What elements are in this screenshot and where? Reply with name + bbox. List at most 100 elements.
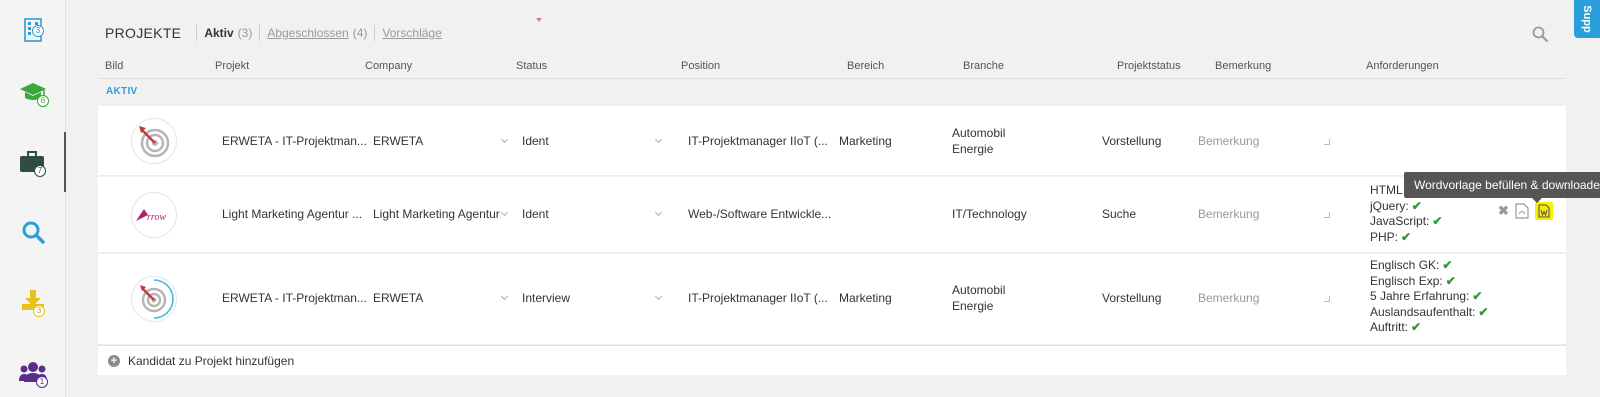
nav-candidates[interactable]: 1 xyxy=(0,342,66,397)
plus-circle-icon: + xyxy=(108,354,120,367)
check-icon: ✔ xyxy=(1478,304,1489,319)
tab-aktiv-count: (3) xyxy=(237,26,253,40)
column-header-position[interactable]: Position xyxy=(681,60,720,72)
cell-position: Web-/Software Entwickle... xyxy=(688,207,832,221)
check-icon: ✔ xyxy=(1472,289,1483,303)
tab-abgeschlossen[interactable]: Abgeschlossen xyxy=(267,26,348,40)
page-header: PROJEKTE Aktiv (3) Abgeschlossen (4) Vor… xyxy=(105,24,442,42)
requirement-item: 5 Jahre Erfahrung: ✔ xyxy=(1370,289,1483,303)
projects-table: Bild Projekt Company Status Position Ber… xyxy=(98,55,1566,79)
table-row[interactable]: ERWETA - IT-Projektman... ERWETA Ident I… xyxy=(98,106,1566,176)
cell-position: IT-Projektmanager IIoT (... xyxy=(688,291,828,305)
nav-projects[interactable]: 7 xyxy=(0,132,66,192)
divider xyxy=(259,25,261,41)
cell-status[interactable]: Ident xyxy=(522,207,549,221)
requirement-item: JavaScript: ✔ xyxy=(1370,214,1443,228)
cell-branche-1: Automobil xyxy=(952,126,1006,140)
target-logo-icon xyxy=(140,279,174,319)
check-icon: ✔ xyxy=(1432,214,1443,228)
avatar xyxy=(131,276,177,322)
badge: 3 xyxy=(33,305,45,317)
nav-downloads[interactable]: 3 xyxy=(0,270,66,330)
sort-descending-icon xyxy=(536,18,542,22)
table-header: Bild Projekt Company Status Position Ber… xyxy=(98,55,1566,79)
bemerkung-input[interactable]: Bemerkung xyxy=(1198,291,1259,305)
badge: 1 xyxy=(36,376,48,388)
resize-handle[interactable] xyxy=(1324,212,1330,218)
check-icon: ✔ xyxy=(1411,198,1422,213)
column-header-bereich[interactable]: Bereich xyxy=(847,60,884,72)
nav-search[interactable] xyxy=(0,202,66,262)
cell-bereich: Marketing xyxy=(839,291,892,305)
chevron-down-icon[interactable] xyxy=(500,292,509,301)
requirement-item: Auftritt: ✔ xyxy=(1370,320,1422,334)
row-actions: ✖ xyxy=(1498,202,1553,220)
resize-handle[interactable] xyxy=(1324,296,1330,302)
requirement-item: Englisch Exp: ✔ xyxy=(1370,273,1456,288)
support-label: Supp xyxy=(1581,5,1593,33)
cell-status[interactable]: Ident xyxy=(522,134,549,148)
chevron-down-icon[interactable] xyxy=(654,208,663,217)
cell-bereich: Marketing xyxy=(839,134,892,148)
tab-abgeschlossen-count: (4) xyxy=(352,26,368,40)
column-header-bemerkung[interactable]: Bemerkung xyxy=(1215,60,1271,72)
logo-text: rrow xyxy=(147,212,166,223)
requirement-item: jQuery: ✔ xyxy=(1370,198,1422,213)
cell-projekt[interactable]: ERWETA - IT-Projektman... xyxy=(222,134,367,148)
bemerkung-input[interactable]: Bemerkung xyxy=(1198,207,1259,221)
cell-company[interactable]: ERWETA xyxy=(373,134,423,148)
support-tab[interactable]: Supp xyxy=(1574,0,1600,38)
tab-vorschlaege[interactable]: Vorschläge xyxy=(382,26,441,40)
resize-handle[interactable] xyxy=(1324,139,1330,145)
column-header-bild[interactable]: Bild xyxy=(105,60,123,72)
group-label: AKTIV xyxy=(106,86,138,97)
column-header-projekt[interactable]: Projekt xyxy=(215,60,249,72)
badge: 6 xyxy=(37,95,49,107)
cell-branche-1: IT/Technology xyxy=(952,207,1027,221)
target-logo-icon xyxy=(139,126,170,158)
column-header-anforderungen[interactable]: Anforderungen xyxy=(1366,60,1439,72)
search-icon xyxy=(22,221,45,244)
word-template-download-button[interactable] xyxy=(1534,202,1553,220)
cell-company[interactable]: ERWETA xyxy=(373,291,423,305)
badge: 3 xyxy=(32,25,44,37)
column-header-company[interactable]: Company xyxy=(365,60,412,72)
column-header-projektstatus[interactable]: Projektstatus xyxy=(1117,60,1181,72)
avatar xyxy=(131,118,177,164)
nav-education[interactable]: 6 xyxy=(0,62,66,122)
cell-projektstatus[interactable]: Vorstellung xyxy=(1102,134,1161,148)
chevron-down-icon[interactable] xyxy=(654,135,663,144)
pdf-icon[interactable] xyxy=(1515,203,1529,219)
table-row[interactable]: rrow Light Marketing Agentur ... Light M… xyxy=(98,177,1566,253)
divider xyxy=(196,25,198,41)
bemerkung-input[interactable]: Bemerkung xyxy=(1198,134,1259,148)
cell-projekt[interactable]: ERWETA - IT-Projektman... xyxy=(222,291,367,305)
search-icon[interactable] xyxy=(1532,26,1548,42)
requirements-list: Englisch GK: ✔ Englisch Exp: ✔ 5 Jahre Erf… xyxy=(1370,258,1488,336)
arrow-logo-icon: rrow xyxy=(136,209,166,223)
word-doc-icon xyxy=(1538,204,1550,218)
close-icon[interactable]: ✖ xyxy=(1498,203,1509,219)
cell-company[interactable]: Light Marketing Agentur xyxy=(373,207,500,221)
cell-projektstatus[interactable]: Suche xyxy=(1102,207,1136,221)
chevron-down-icon[interactable] xyxy=(654,292,663,301)
sidebar: 3 6 7 3 1 xyxy=(0,0,66,397)
cell-projekt[interactable]: Light Marketing Agentur ... xyxy=(222,207,362,221)
add-candidate-button[interactable]: + Kandidat zu Projekt hinzufügen xyxy=(98,345,1566,375)
table-row[interactable]: ERWETA - IT-Projektman... ERWETA Intervi… xyxy=(98,254,1566,345)
chevron-down-icon[interactable] xyxy=(500,208,509,217)
cell-branche-1: Automobil xyxy=(952,283,1006,297)
check-icon: ✔ xyxy=(1442,258,1453,272)
page-title: PROJEKTE xyxy=(105,25,182,41)
cell-branche-2: Energie xyxy=(952,142,994,156)
cell-branche-2: Energie xyxy=(952,299,994,313)
cell-status[interactable]: Interview xyxy=(522,291,570,305)
column-header-branche[interactable]: Branche xyxy=(963,60,1004,72)
requirement-item: Englisch GK: ✔ xyxy=(1370,258,1453,272)
column-header-status[interactable]: Status xyxy=(516,60,547,72)
chevron-down-icon[interactable] xyxy=(500,135,509,144)
nav-companies[interactable]: 3 xyxy=(0,0,66,60)
tab-aktiv[interactable]: Aktiv xyxy=(204,26,233,40)
check-icon: ✔ xyxy=(1401,229,1412,244)
cell-projektstatus[interactable]: Vorstellung xyxy=(1102,291,1161,305)
